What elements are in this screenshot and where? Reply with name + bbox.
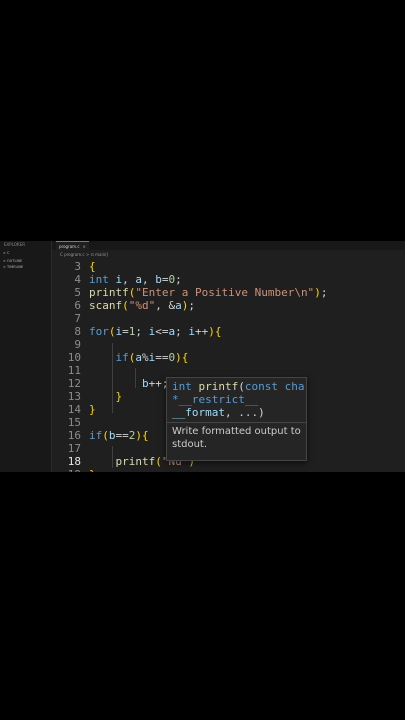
- code-line[interactable]: int i, a, b=0;: [89, 273, 182, 286]
- tab-bar: program.c ×: [52, 241, 405, 251]
- sidebar-item-c-folder[interactable]: > C: [3, 251, 10, 255]
- line-number: 12: [67, 377, 81, 390]
- line-number-active: 18: [67, 455, 81, 468]
- code-line[interactable]: b++;: [89, 377, 169, 390]
- sidebar-item-outline[interactable]: > OUTLINE: [3, 259, 22, 263]
- hover-tooltip: int printf(const char *__restrict__ __fo…: [166, 377, 307, 461]
- line-number: 4: [74, 273, 81, 286]
- function-signature: int printf(const char *__restrict__ __fo…: [172, 380, 307, 419]
- line-number: 6: [74, 299, 81, 312]
- vscode-window: EXPLORER > C > OUTLINE > TIMELINE progra…: [0, 241, 405, 472]
- code-line[interactable]: for(i=1; i<=a; i++){: [89, 325, 222, 338]
- breadcrumb[interactable]: C program.c > ⊡ main(): [60, 252, 108, 257]
- line-number: 8: [74, 325, 81, 338]
- explorer-title: EXPLORER: [4, 242, 25, 247]
- line-number: 10: [67, 351, 81, 364]
- code-line[interactable]: if(a%i==0){: [89, 351, 189, 364]
- sidebar-item-timeline[interactable]: > TIMELINE: [3, 265, 23, 269]
- line-number: 13: [67, 390, 81, 403]
- code-line[interactable]: {: [89, 260, 96, 273]
- function-description: Write formatted output to stdout.: [172, 426, 301, 450]
- line-number: 16: [67, 429, 81, 442]
- close-icon[interactable]: ×: [83, 244, 86, 249]
- code-line[interactable]: }: [89, 468, 96, 472]
- code-line[interactable]: if(b==2){: [89, 429, 149, 442]
- line-number: 7: [74, 312, 81, 325]
- tab-program-c[interactable]: program.c ×: [56, 241, 89, 251]
- line-number: 3: [74, 260, 81, 273]
- line-number: 19: [52, 468, 81, 472]
- code-line[interactable]: printf("Enter a Positive Number\n");: [89, 286, 327, 299]
- line-number-gutter: 3 4 5 6 7 8 9 10 11 12 13 14 15 16 17 18…: [52, 260, 81, 472]
- code-line[interactable]: }: [89, 403, 96, 416]
- line-number: 5: [74, 286, 81, 299]
- line-number: 14: [67, 403, 81, 416]
- line-number: 15: [67, 416, 81, 429]
- code-line[interactable]: }: [89, 390, 123, 403]
- line-number: 11: [67, 364, 81, 377]
- line-number: 9: [74, 338, 81, 351]
- line-number: 17: [67, 442, 81, 455]
- code-line[interactable]: scanf("%d", &a);: [89, 299, 195, 312]
- tooltip-divider: [167, 422, 306, 423]
- explorer-sidebar: EXPLORER > C > OUTLINE > TIMELINE: [0, 241, 52, 472]
- tab-label: program.c: [59, 244, 80, 249]
